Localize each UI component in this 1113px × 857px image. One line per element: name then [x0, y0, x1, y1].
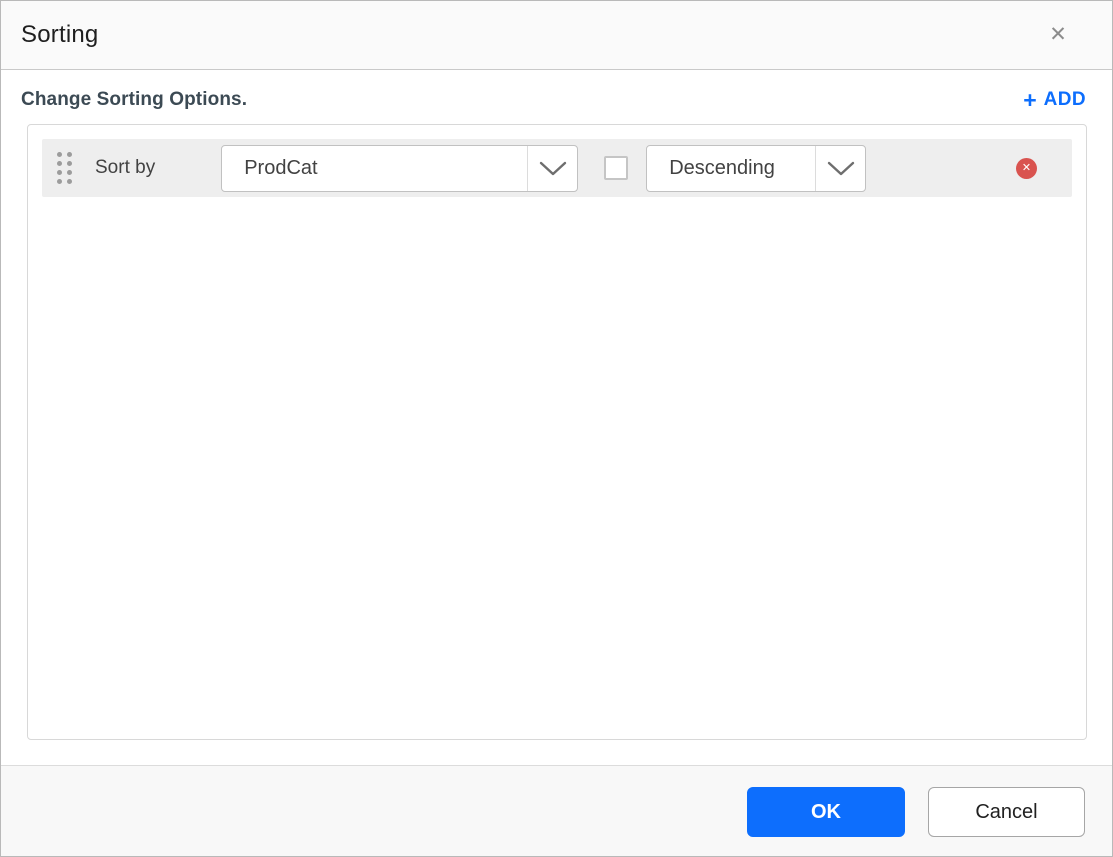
- drag-handle-icon[interactable]: [57, 152, 72, 184]
- ok-button[interactable]: OK: [747, 787, 905, 837]
- add-button-label: ADD: [1043, 89, 1086, 110]
- plus-icon: +: [1023, 87, 1037, 113]
- dialog-footer: OK Cancel: [1, 765, 1112, 856]
- dialog-header: Sorting ✕: [1, 1, 1112, 70]
- sort-rules-panel: Sort by ProdCat Descending ✕: [27, 124, 1087, 740]
- sort-field-dropdown[interactable]: ProdCat: [221, 144, 579, 192]
- sort-field-value: ProdCat: [244, 156, 318, 179]
- close-icon[interactable]: ✕: [1044, 21, 1072, 49]
- chevron-down-icon[interactable]: [815, 145, 865, 191]
- add-button[interactable]: + ADD: [1023, 87, 1086, 113]
- dialog-title: Sorting: [21, 21, 99, 48]
- sort-direction-value: Descending: [669, 156, 775, 179]
- sort-rule-row: Sort by ProdCat Descending ✕: [42, 139, 1072, 197]
- sort-option-checkbox[interactable]: [604, 156, 629, 180]
- sort-by-label: Sort by: [95, 157, 156, 178]
- dialog-body: Change Sorting Options. + ADD Sort by Pr…: [1, 70, 1112, 765]
- cancel-button[interactable]: Cancel: [928, 787, 1085, 837]
- sorting-dialog: Sorting ✕ Change Sorting Options. + ADD …: [0, 0, 1113, 857]
- delete-row-icon[interactable]: ✕: [1016, 157, 1037, 179]
- instruction-text: Change Sorting Options.: [21, 89, 248, 110]
- sort-direction-dropdown[interactable]: Descending: [646, 144, 867, 192]
- chevron-down-icon[interactable]: [527, 145, 577, 191]
- options-bar: Change Sorting Options. + ADD: [1, 70, 1112, 113]
